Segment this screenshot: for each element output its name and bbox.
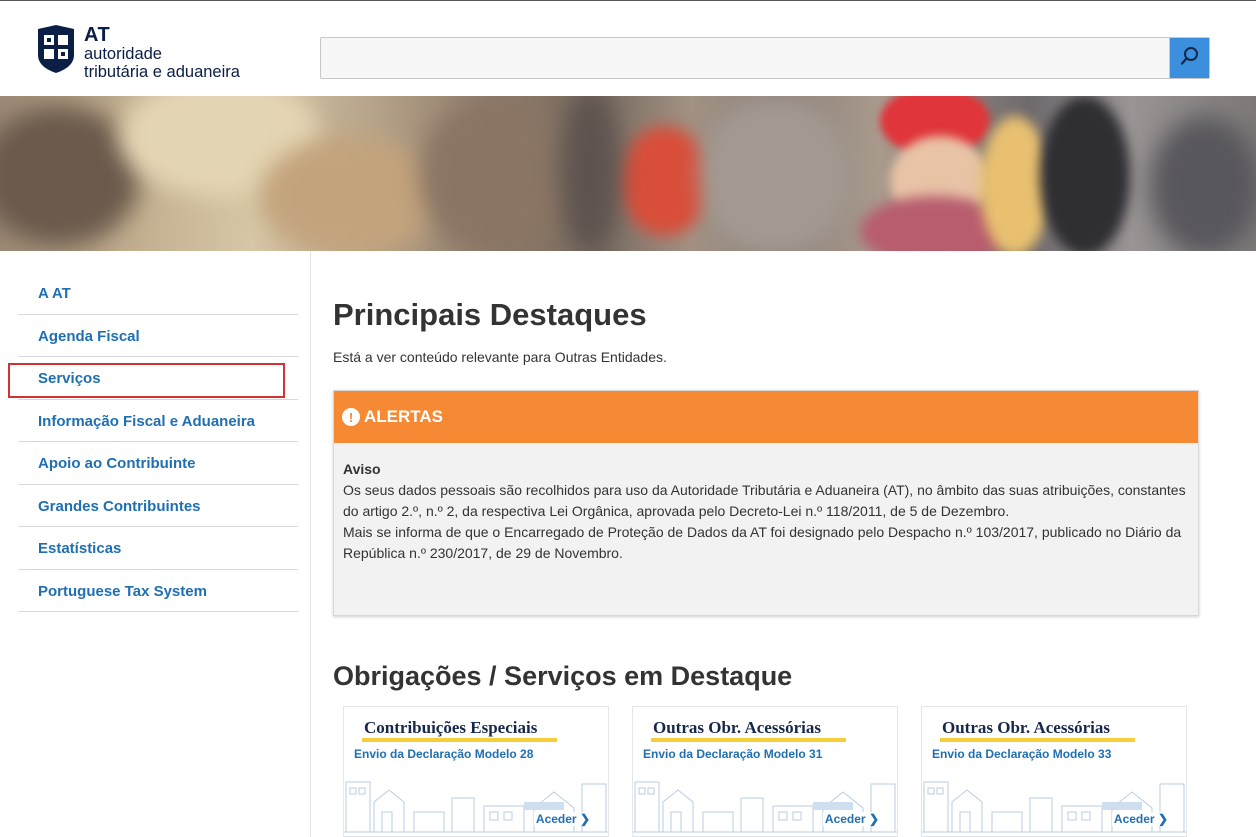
aceder-label: Aceder [824, 812, 866, 826]
alert-paragraph-2: Mais se informa de que o Encarregado de … [343, 524, 1182, 561]
page-title: Principais Destaques [333, 297, 647, 332]
sidebar-item-a-at[interactable]: A AT [18, 272, 298, 315]
at-logo[interactable]: AT autoridade tributária e aduaneira [36, 25, 266, 81]
card-outras-obr-33[interactable]: Outras Obr. Acessórias Envio da Declaraç… [921, 706, 1187, 837]
alerts-panel: ! ALERTAS Aviso Os seus dados pessoais s… [333, 390, 1199, 616]
logo-text: AT autoridade tributária e aduaneira [84, 25, 240, 80]
logo-emblem-icon [36, 25, 76, 73]
card-title: Contribuições Especiais [364, 718, 538, 737]
sidebar-nav: A AT Agenda Fiscal Serviços Informação F… [18, 272, 298, 612]
chevron-right-icon: ❯ [1157, 812, 1168, 826]
aceder-label: Aceder [1113, 812, 1155, 826]
search-input[interactable] [321, 38, 1169, 78]
aceder-label: Aceder [535, 812, 577, 826]
logo-line2: tributária e aduaneira [84, 62, 240, 81]
sidebar-item-grandes-contribuintes[interactable]: Grandes Contribuintes [18, 485, 298, 527]
chevron-right-icon: ❯ [579, 812, 590, 826]
logo-line1: autoridade [84, 45, 162, 63]
sidebar-divider [310, 251, 311, 837]
highlight-annotation [8, 363, 285, 398]
search-bar [320, 37, 1210, 79]
sidebar-item-portuguese-tax-system[interactable]: Portuguese Tax System [18, 570, 298, 612]
chevron-right-icon: ❯ [868, 812, 879, 826]
section-title: Obrigações / Serviços em Destaque [333, 661, 793, 691]
site-header: AT autoridade tributária e aduaneira [0, 1, 1256, 96]
card-link[interactable]: Envio da Declaração Modelo 28 [354, 747, 533, 761]
card-link[interactable]: Envio da Declaração Modelo 33 [932, 747, 1111, 761]
card-title-underline [651, 738, 846, 742]
logo-abbr: AT [84, 24, 111, 46]
sidebar-item-estatisticas[interactable]: Estatísticas [18, 527, 298, 570]
aviso-label: Aviso [343, 461, 381, 477]
search-icon [1180, 46, 1200, 71]
aceder-button[interactable]: Aceder ❯ [822, 812, 881, 826]
alerts-header: ! ALERTAS [334, 391, 1198, 443]
alerts-heading: ALERTAS [364, 407, 444, 426]
aceder-button[interactable]: Aceder ❯ [533, 812, 592, 826]
exclamation-icon: ! [342, 408, 360, 426]
sidebar-item-informacao-fiscal[interactable]: Informação Fiscal e Aduaneira [18, 400, 298, 442]
card-link[interactable]: Envio da Declaração Modelo 31 [643, 747, 822, 761]
card-title-underline [940, 738, 1135, 742]
aceder-button[interactable]: Aceder ❯ [1111, 812, 1170, 826]
hero-banner-image [0, 96, 1256, 251]
alert-paragraph-1: Os seus dados pessoais são recolhidos pa… [343, 482, 1186, 519]
card-title-underline [362, 738, 557, 742]
page-subtitle: Está a ver conteúdo relevante para Outra… [333, 349, 667, 365]
card-title: Outras Obr. Acessórias [942, 718, 1110, 737]
card-title: Outras Obr. Acessórias [653, 718, 821, 737]
sidebar-item-apoio-contribuinte[interactable]: Apoio ao Contribuinte [18, 442, 298, 485]
card-outras-obr-31[interactable]: Outras Obr. Acessórias Envio da Declaraç… [632, 706, 898, 837]
search-button[interactable] [1169, 38, 1209, 78]
card-contribuicoes-especiais[interactable]: Contribuições Especiais Envio da Declara… [343, 706, 609, 837]
sidebar-item-agenda-fiscal[interactable]: Agenda Fiscal [18, 315, 298, 357]
alerts-body: Aviso Os seus dados pessoais são recolhi… [334, 443, 1198, 564]
